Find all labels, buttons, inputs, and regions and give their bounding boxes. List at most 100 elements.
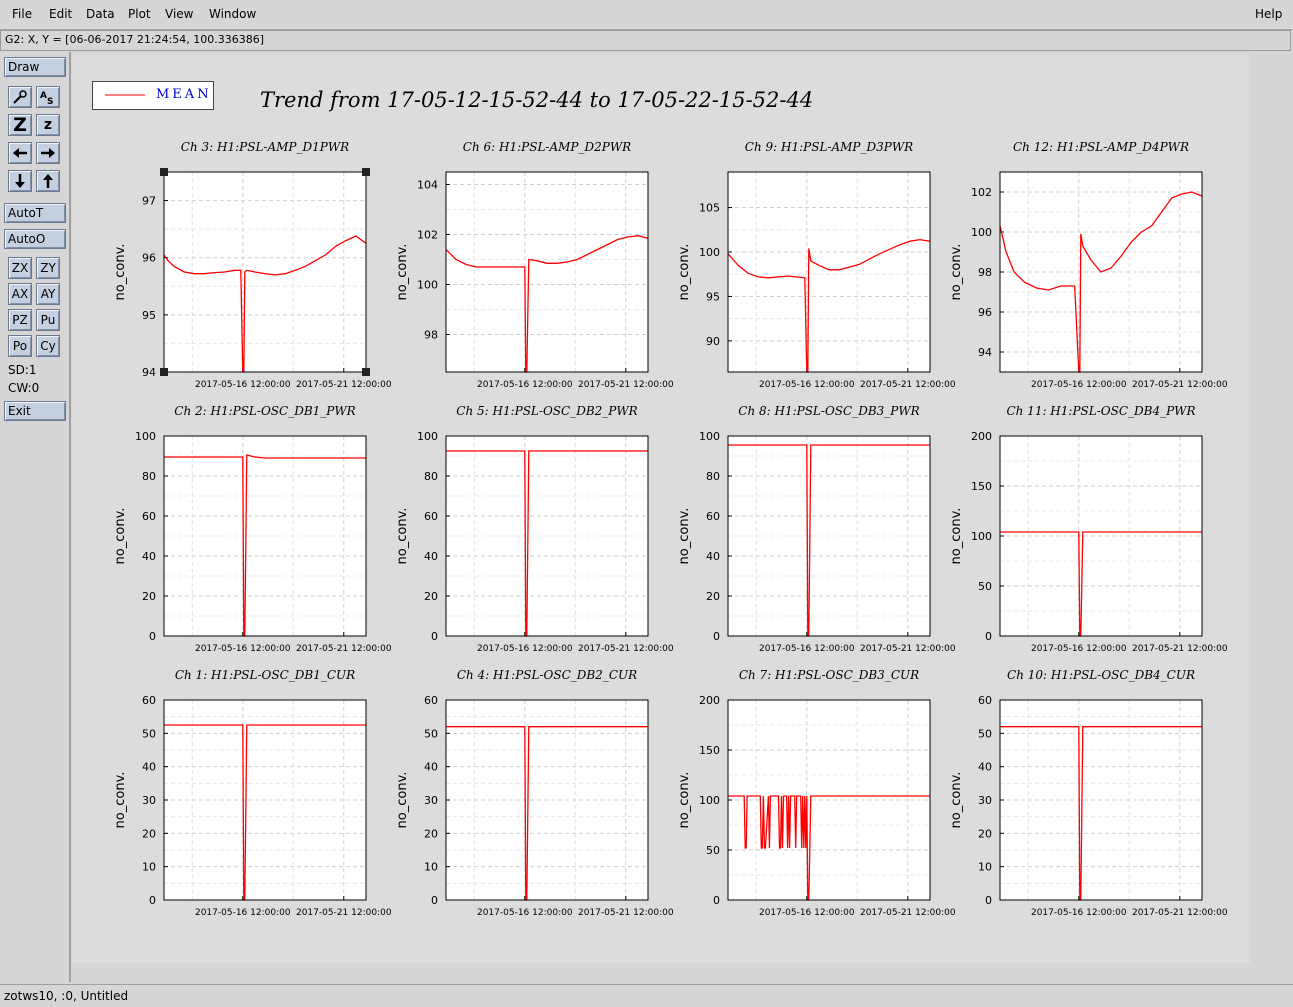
y-tick-label: 20 [424,590,438,603]
y-tick-label: 96 [978,306,992,319]
chart-panel: 0 10 20 30 40 50 60 2017-05-16 12:00:00 2017-05-… [949,668,1228,918]
x-tick-label: 2017-05-16 12:00:00 [1031,644,1127,654]
y-axis-label: no_conv. [677,508,692,565]
chart-title: Ch 8: H1:PSL-OSC_DB3_PWR [738,404,919,418]
x-tick-label: 2017-05-16 12:00:00 [759,644,855,654]
chart-panel: 0 20 40 60 80 100 2017-05-16 12:00:00 2017-05-2… [677,404,956,654]
y-tick-label: 105 [699,202,720,215]
y-tick-label: 98 [978,266,992,279]
x-tick-label: 2017-05-21 12:00:00 [578,908,674,918]
y-tick-label: 60 [978,694,992,707]
y-axis-label: no_conv. [395,772,410,829]
chart-title: Ch 7: H1:PSL-OSC_DB3_CUR [739,668,919,682]
y-tick-label: 50 [978,727,992,740]
y-tick-label: 80 [706,470,720,483]
y-tick-label: 60 [142,510,156,523]
y-tick-label: 60 [424,694,438,707]
y-tick-label: 90 [706,335,720,348]
y-tick-label: 40 [142,761,156,774]
y-tick-label: 95 [142,309,156,322]
x-tick-label: 2017-05-16 12:00:00 [477,908,573,918]
x-tick-label: 2017-05-21 12:00:00 [1132,908,1228,918]
charts-grid[interactable]: 94 95 96 97 2017-05-16 12:00:00 2017-05-21 12… [0,0,1293,1006]
y-tick-label: 100 [971,226,992,239]
y-axis-label: no_conv. [949,244,964,301]
y-tick-label: 60 [142,694,156,707]
chart-title: Ch 6: H1:PSL-AMP_D2PWR [463,140,631,154]
y-tick-label: 20 [142,827,156,840]
y-tick-label: 20 [978,827,992,840]
chart-panel: 98 100 102 104 2017-05-16 12:00:00 2017-05-21… [395,140,674,390]
y-tick-label: 100 [135,430,156,443]
y-tick-label: 0 [713,630,720,643]
x-tick-label: 2017-05-16 12:00:00 [759,380,855,390]
y-tick-label: 95 [706,290,720,303]
y-axis-label: no_conv. [395,508,410,565]
y-tick-label: 10 [978,861,992,874]
plot-area [728,172,930,372]
plot-area [446,172,648,372]
y-tick-label: 0 [713,894,720,907]
x-tick-label: 2017-05-16 12:00:00 [195,380,291,390]
x-tick-label: 2017-05-16 12:00:00 [1031,908,1127,918]
y-tick-label: 0 [985,894,992,907]
y-tick-label: 0 [149,894,156,907]
x-tick-label: 2017-05-21 12:00:00 [860,380,956,390]
chart-panel: 90 95 100 105 2017-05-16 12:00:00 2017-05-21 … [677,140,956,390]
x-tick-label: 2017-05-16 12:00:00 [195,908,291,918]
y-tick-label: 50 [424,727,438,740]
y-axis-label: no_conv. [113,244,128,301]
y-tick-label: 104 [417,179,438,192]
y-tick-label: 50 [706,844,720,857]
y-tick-label: 100 [699,794,720,807]
y-tick-label: 40 [424,550,438,563]
selection-handle [160,168,168,176]
y-tick-label: 100 [971,530,992,543]
y-axis-label: no_conv. [113,508,128,565]
y-axis-label: no_conv. [113,772,128,829]
y-tick-label: 97 [142,195,156,208]
y-tick-label: 200 [971,430,992,443]
y-tick-label: 150 [971,480,992,493]
y-tick-label: 20 [706,590,720,603]
status-text: zotws10, :0, Untitled [4,989,129,1003]
x-tick-label: 2017-05-21 12:00:00 [1132,380,1228,390]
y-tick-label: 60 [706,510,720,523]
chart-panel: 94 95 96 97 2017-05-16 12:00:00 2017-05-21 12… [113,140,392,390]
y-tick-label: 50 [142,727,156,740]
y-tick-label: 0 [431,894,438,907]
selection-handle [362,168,370,176]
x-tick-label: 2017-05-21 12:00:00 [578,644,674,654]
y-tick-label: 40 [142,550,156,563]
y-tick-label: 150 [699,744,720,757]
y-axis-label: no_conv. [677,244,692,301]
chart-title: Ch 4: H1:PSL-OSC_DB2_CUR [457,668,637,682]
x-tick-label: 2017-05-16 12:00:00 [1031,380,1127,390]
y-tick-label: 30 [142,794,156,807]
chart-panel: 0 20 40 60 80 100 2017-05-16 12:00:00 2017-05-2… [395,404,674,654]
selection-handle [160,368,168,376]
y-tick-label: 102 [417,229,438,242]
y-tick-label: 100 [699,246,720,259]
y-tick-label: 94 [142,366,156,379]
chart-panel: 0 50 100 150 200 2017-05-16 12:00:00 2017-05-2… [949,404,1228,654]
chart-title: Ch 2: H1:PSL-OSC_DB1_PWR [174,404,355,418]
status-bar: zotws10, :0, Untitled [0,984,1293,1007]
y-tick-label: 80 [142,470,156,483]
chart-panel: 94 96 98 100 102 2017-05-16 12:00:00 2017-05-2… [949,140,1228,390]
chart-title: Ch 1: H1:PSL-OSC_DB1_CUR [175,668,355,682]
chart-title: Ch 11: H1:PSL-OSC_DB4_PWR [1006,404,1195,418]
chart-title: Ch 9: H1:PSL-AMP_D3PWR [745,140,913,154]
y-tick-label: 102 [971,186,992,199]
y-tick-label: 100 [699,430,720,443]
y-tick-label: 100 [417,430,438,443]
y-tick-label: 10 [424,861,438,874]
y-tick-label: 0 [985,630,992,643]
x-tick-label: 2017-05-16 12:00:00 [477,380,573,390]
x-tick-label: 2017-05-21 12:00:00 [860,908,956,918]
x-tick-label: 2017-05-21 12:00:00 [296,380,392,390]
x-tick-label: 2017-05-21 12:00:00 [578,380,674,390]
y-axis-label: no_conv. [395,244,410,301]
y-tick-label: 80 [424,470,438,483]
x-tick-label: 2017-05-21 12:00:00 [296,908,392,918]
